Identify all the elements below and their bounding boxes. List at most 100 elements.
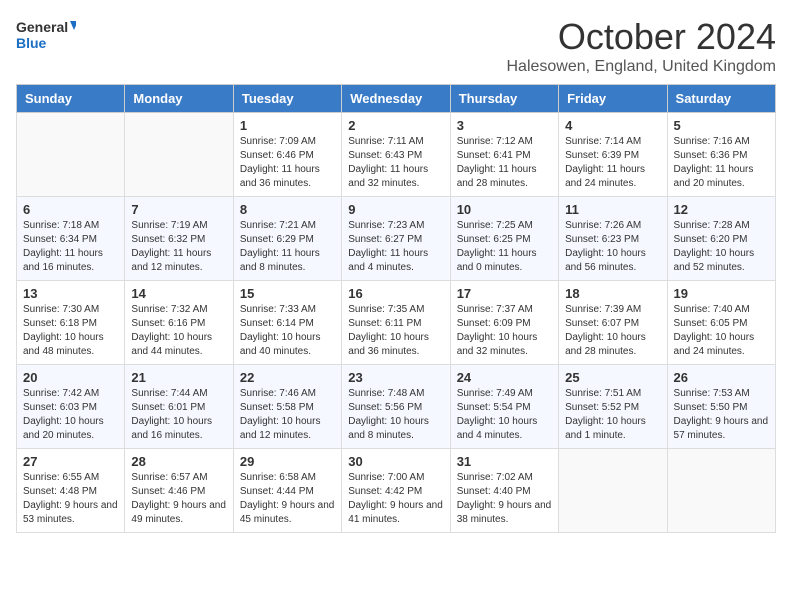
day-number: 26 <box>674 370 769 385</box>
day-cell-3-6: 18 Sunrise: 7:39 AM Sunset: 6:07 PM Dayli… <box>559 281 667 365</box>
week-row-5: 27 Sunrise: 6:55 AM Sunset: 4:48 PM Dayli… <box>17 449 776 533</box>
header-wednesday: Wednesday <box>342 85 450 113</box>
day-cell-5-6 <box>559 449 667 533</box>
day-cell-1-3: 1Sunrise: 7:09 AM Sunset: 6:46 PM Daylig… <box>233 113 341 197</box>
day-number: 4 <box>565 118 660 133</box>
day-cell-2-1: 6Sunrise: 7:18 AM Sunset: 6:34 PM Daylig… <box>17 197 125 281</box>
day-info: Sunrise: 7:12 AM Sunset: 6:41 PM Dayligh… <box>457 135 552 191</box>
day-info: Sunrise: 7:40 AM Sunset: 6:05 PM Dayligh… <box>674 303 769 359</box>
day-number: 2 <box>348 118 443 133</box>
location-subtitle: Halesowen, England, United Kingdom <box>507 58 777 76</box>
day-cell-3-7: 19Sunrise: 7:40 AM Sunset: 6:05 PM Dayli… <box>667 281 775 365</box>
day-cell-1-6: 4 Sunrise: 7:14 AM Sunset: 6:39 PM Daylig… <box>559 113 667 197</box>
day-cell-1-4: 2 Sunrise: 7:11 AM Sunset: 6:43 PM Daylig… <box>342 113 450 197</box>
day-number: 21 <box>131 370 226 385</box>
header-tuesday: Tuesday <box>233 85 341 113</box>
week-row-3: 13 Sunrise: 7:30 AM Sunset: 6:18 PM Dayli… <box>17 281 776 365</box>
day-number: 14 <box>131 286 226 301</box>
day-info: Sunrise: 7:26 AM Sunset: 6:23 PM Dayligh… <box>565 219 660 275</box>
day-cell-4-3: 22Sunrise: 7:46 AM Sunset: 5:58 PM Dayli… <box>233 365 341 449</box>
day-cell-1-1 <box>17 113 125 197</box>
day-number: 29 <box>240 454 335 469</box>
day-info: Sunrise: 7:30 AM Sunset: 6:18 PM Dayligh… <box>23 303 118 359</box>
day-info: Sunrise: 7:09 AM Sunset: 6:46 PM Dayligh… <box>240 135 335 191</box>
day-info: Sunrise: 7:00 AM Sunset: 4:42 PM Dayligh… <box>348 471 443 527</box>
day-number: 16 <box>348 286 443 301</box>
day-info: Sunrise: 7:23 AM Sunset: 6:27 PM Dayligh… <box>348 219 443 275</box>
day-cell-4-2: 21 Sunrise: 7:44 AM Sunset: 6:01 PM Dayli… <box>125 365 233 449</box>
week-row-2: 6Sunrise: 7:18 AM Sunset: 6:34 PM Daylig… <box>17 197 776 281</box>
day-info: Sunrise: 6:57 AM Sunset: 4:46 PM Dayligh… <box>131 471 226 527</box>
day-number: 17 <box>457 286 552 301</box>
day-number: 10 <box>457 202 552 217</box>
header-saturday: Saturday <box>667 85 775 113</box>
day-number: 18 <box>565 286 660 301</box>
day-info: Sunrise: 6:55 AM Sunset: 4:48 PM Dayligh… <box>23 471 118 527</box>
day-cell-3-4: 16 Sunrise: 7:35 AM Sunset: 6:11 PM Dayli… <box>342 281 450 365</box>
header-friday: Friday <box>559 85 667 113</box>
day-number: 11 <box>565 202 660 217</box>
day-info: Sunrise: 7:53 AM Sunset: 5:50 PM Dayligh… <box>674 387 769 443</box>
day-info: Sunrise: 6:58 AM Sunset: 4:44 PM Dayligh… <box>240 471 335 527</box>
day-info: Sunrise: 7:42 AM Sunset: 6:03 PM Dayligh… <box>23 387 118 443</box>
month-title: October 2024 <box>507 16 777 58</box>
svg-text:General: General <box>16 19 68 35</box>
logo: General Blue <box>16 16 76 56</box>
day-info: Sunrise: 7:46 AM Sunset: 5:58 PM Dayligh… <box>240 387 335 443</box>
day-info: Sunrise: 7:16 AM Sunset: 6:36 PM Dayligh… <box>674 135 769 191</box>
day-cell-2-5: 10 Sunrise: 7:25 AM Sunset: 6:25 PM Dayli… <box>450 197 558 281</box>
title-section: October 2024 Halesowen, England, United … <box>507 16 777 76</box>
day-number: 27 <box>23 454 118 469</box>
day-number: 25 <box>565 370 660 385</box>
day-cell-3-1: 13 Sunrise: 7:30 AM Sunset: 6:18 PM Dayli… <box>17 281 125 365</box>
day-cell-5-2: 28 Sunrise: 6:57 AM Sunset: 4:46 PM Dayli… <box>125 449 233 533</box>
day-number: 30 <box>348 454 443 469</box>
day-number: 15 <box>240 286 335 301</box>
day-number: 5 <box>674 118 769 133</box>
day-info: Sunrise: 7:37 AM Sunset: 6:09 PM Dayligh… <box>457 303 552 359</box>
day-cell-4-5: 24Sunrise: 7:49 AM Sunset: 5:54 PM Dayli… <box>450 365 558 449</box>
day-cell-4-4: 23 Sunrise: 7:48 AM Sunset: 5:56 PM Dayli… <box>342 365 450 449</box>
header-sunday: Sunday <box>17 85 125 113</box>
day-cell-1-7: 5 Sunrise: 7:16 AM Sunset: 6:36 PM Daylig… <box>667 113 775 197</box>
day-info: Sunrise: 7:51 AM Sunset: 5:52 PM Dayligh… <box>565 387 660 443</box>
day-cell-4-6: 25 Sunrise: 7:51 AM Sunset: 5:52 PM Dayli… <box>559 365 667 449</box>
day-info: Sunrise: 7:39 AM Sunset: 6:07 PM Dayligh… <box>565 303 660 359</box>
day-cell-2-3: 8Sunrise: 7:21 AM Sunset: 6:29 PM Daylig… <box>233 197 341 281</box>
day-number: 9 <box>348 202 443 217</box>
day-cell-1-5: 3 Sunrise: 7:12 AM Sunset: 6:41 PM Daylig… <box>450 113 558 197</box>
day-cell-2-4: 9 Sunrise: 7:23 AM Sunset: 6:27 PM Daylig… <box>342 197 450 281</box>
day-number: 31 <box>457 454 552 469</box>
day-cell-1-2 <box>125 113 233 197</box>
day-info: Sunrise: 7:28 AM Sunset: 6:20 PM Dayligh… <box>674 219 769 275</box>
day-cell-2-6: 11 Sunrise: 7:26 AM Sunset: 6:23 PM Dayli… <box>559 197 667 281</box>
day-info: Sunrise: 7:33 AM Sunset: 6:14 PM Dayligh… <box>240 303 335 359</box>
logo-svg: General Blue <box>16 16 76 56</box>
week-row-1: 1Sunrise: 7:09 AM Sunset: 6:46 PM Daylig… <box>17 113 776 197</box>
day-number: 8 <box>240 202 335 217</box>
day-info: Sunrise: 7:35 AM Sunset: 6:11 PM Dayligh… <box>348 303 443 359</box>
day-info: Sunrise: 7:44 AM Sunset: 6:01 PM Dayligh… <box>131 387 226 443</box>
day-cell-3-5: 17 Sunrise: 7:37 AM Sunset: 6:09 PM Dayli… <box>450 281 558 365</box>
day-cell-5-5: 31Sunrise: 7:02 AM Sunset: 4:40 PM Dayli… <box>450 449 558 533</box>
day-info: Sunrise: 7:11 AM Sunset: 6:43 PM Dayligh… <box>348 135 443 191</box>
day-number: 7 <box>131 202 226 217</box>
day-number: 3 <box>457 118 552 133</box>
day-info: Sunrise: 7:25 AM Sunset: 6:25 PM Dayligh… <box>457 219 552 275</box>
day-number: 13 <box>23 286 118 301</box>
day-number: 20 <box>23 370 118 385</box>
day-cell-4-7: 26 Sunrise: 7:53 AM Sunset: 5:50 PM Dayli… <box>667 365 775 449</box>
svg-text:Blue: Blue <box>16 35 47 51</box>
day-info: Sunrise: 7:49 AM Sunset: 5:54 PM Dayligh… <box>457 387 552 443</box>
day-number: 23 <box>348 370 443 385</box>
day-cell-5-1: 27 Sunrise: 6:55 AM Sunset: 4:48 PM Dayli… <box>17 449 125 533</box>
day-info: Sunrise: 7:18 AM Sunset: 6:34 PM Dayligh… <box>23 219 118 275</box>
day-number: 28 <box>131 454 226 469</box>
day-info: Sunrise: 7:19 AM Sunset: 6:32 PM Dayligh… <box>131 219 226 275</box>
page-header: General Blue October 2024 Halesowen, Eng… <box>16 16 776 76</box>
day-info: Sunrise: 7:48 AM Sunset: 5:56 PM Dayligh… <box>348 387 443 443</box>
day-cell-5-7 <box>667 449 775 533</box>
calendar-header-row: Sunday Monday Tuesday Wednesday Thursday… <box>17 85 776 113</box>
day-info: Sunrise: 7:14 AM Sunset: 6:39 PM Dayligh… <box>565 135 660 191</box>
day-cell-2-7: 12Sunrise: 7:28 AM Sunset: 6:20 PM Dayli… <box>667 197 775 281</box>
